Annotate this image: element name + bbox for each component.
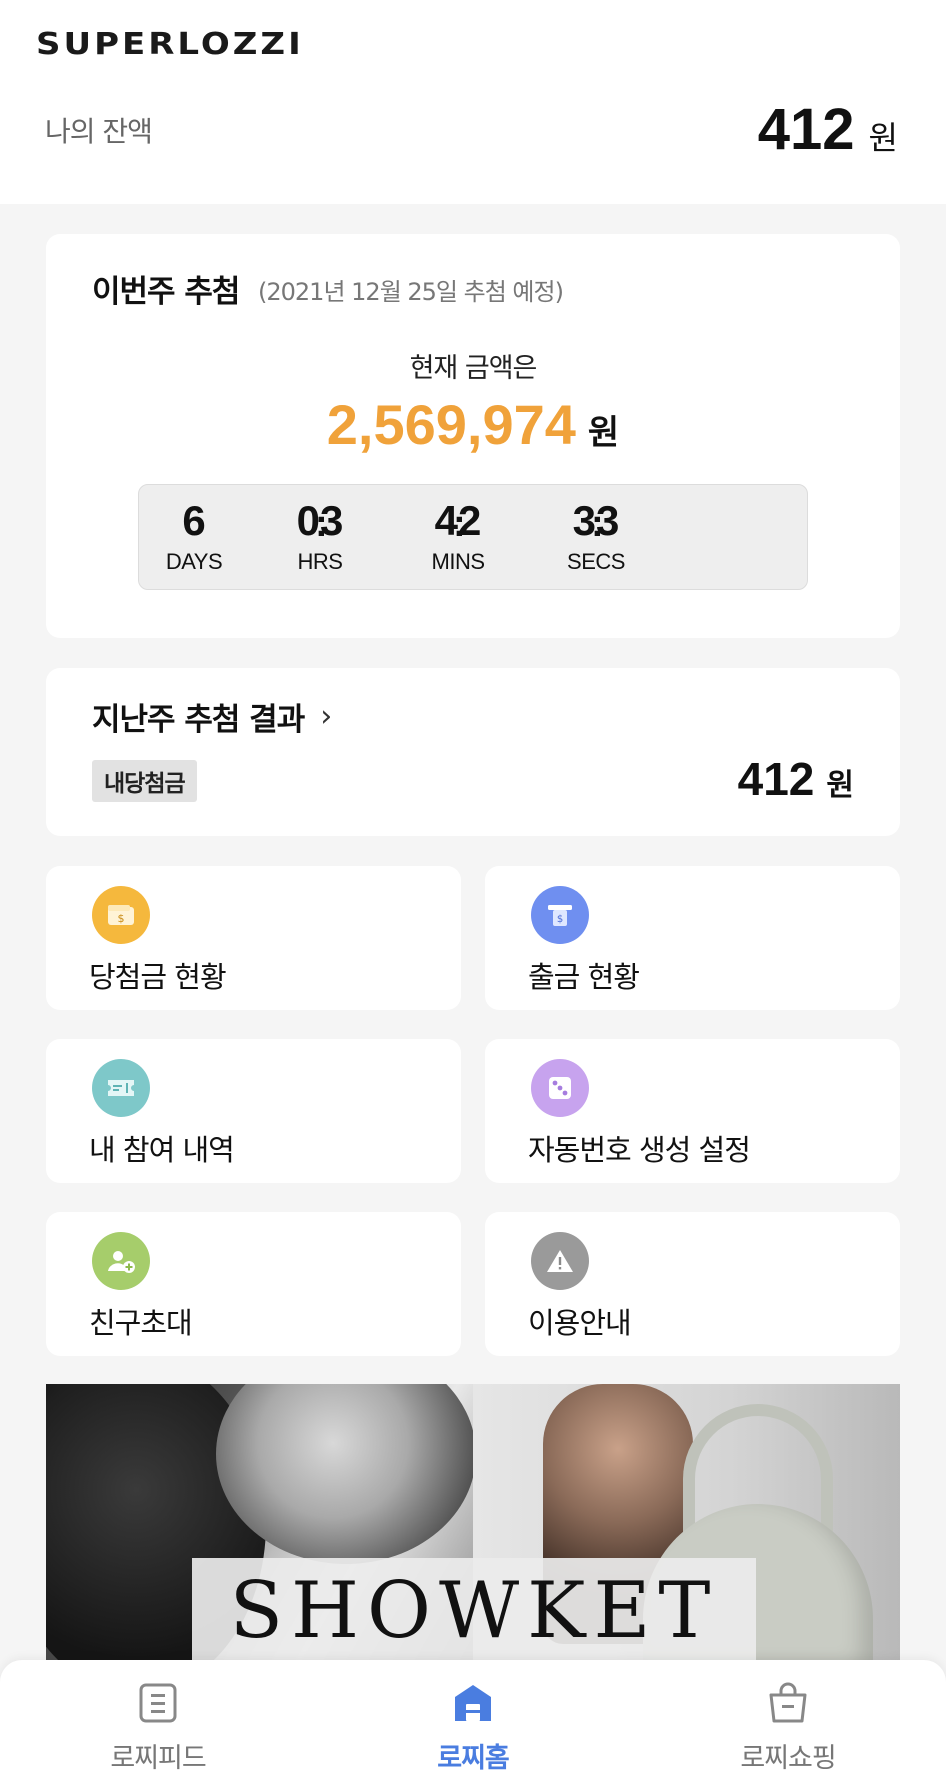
last-draw-title: 지난주 추첨 결과 (92, 702, 305, 738)
balance-unit: 원 (868, 119, 898, 157)
menu-usage-guide-label: 이용안내 (528, 1306, 632, 1340)
nav-tab-feed[interactable]: 로찌피드 (58, 1680, 258, 1775)
nav-tab-feed-label: 로찌피드 (110, 1743, 206, 1774)
countdown-hours-value: 03 (296, 497, 344, 544)
shopping-bag-icon (688, 1680, 888, 1726)
balance-label: 나의 잔액 (45, 115, 153, 148)
bottom-navigation: 로찌피드 로찌홈 로찌쇼핑 (0, 1660, 946, 1784)
countdown-minutes: 42 MINS (403, 497, 513, 575)
header: SUPERLOZZI 나의 잔액 412 원 (0, 0, 946, 204)
dice-icon (531, 1059, 589, 1117)
countdown-days: 6 DAYS (139, 497, 249, 575)
feed-icon (58, 1680, 258, 1726)
countdown-minutes-value: 42 (434, 497, 482, 544)
last-draw-amount-value: 412 (737, 753, 815, 805)
current-amount-label: 현재 금액은 (409, 353, 538, 384)
nav-tab-shopping-label: 로찌쇼핑 (740, 1743, 836, 1774)
svg-text:$: $ (557, 914, 563, 925)
app-logo[interactable]: SUPERLOZZI (36, 26, 304, 62)
current-amount: 2,569,974 원 (46, 392, 900, 457)
countdown-seconds: 33 SECS (541, 497, 651, 575)
countdown-hours-label: HRS (297, 549, 343, 574)
current-amount-value: 2,569,974 (326, 393, 576, 456)
menu-invite-friends[interactable]: 친구초대 (46, 1212, 461, 1356)
banner-brand-text: SHOWKET (192, 1558, 756, 1664)
menu-my-participation-label: 내 참여 내역 (89, 1133, 235, 1167)
countdown-seconds-label: SECS (567, 549, 625, 574)
nav-tab-home-label: 로찌홈 (437, 1743, 510, 1774)
countdown-hours: 03 HRS (265, 497, 375, 575)
wallet-icon: $ (92, 886, 150, 944)
weekly-draw-card: 이번주 추첨 (2021년 12월 25일 추첨 예정) 현재 금액은 2,56… (46, 234, 900, 638)
menu-auto-number-settings[interactable]: 자동번호 생성 설정 (485, 1039, 900, 1183)
menu-withdrawal-status[interactable]: $ 출금 현황 (485, 866, 900, 1010)
countdown-timer: 6 DAYS : 03 HRS : 42 MINS : 33 SECS (138, 484, 808, 590)
home-icon (373, 1680, 573, 1726)
weekly-draw-date: (2021년 12월 25일 추첨 예정) (258, 278, 564, 306)
promo-banner[interactable]: SHOWKET (46, 1384, 900, 1664)
menu-my-participation[interactable]: 내 참여 내역 (46, 1039, 461, 1183)
chevron-right-icon: › (320, 699, 332, 734)
menu-winnings-status-label: 당첨금 현황 (89, 960, 227, 994)
countdown-days-value: 6 (182, 497, 206, 544)
menu-usage-guide[interactable]: 이용안내 (485, 1212, 900, 1356)
countdown-minutes-label: MINS (431, 549, 486, 574)
balance-value: 412 (757, 97, 855, 162)
weekly-draw-title: 이번주 추첨 (92, 274, 240, 310)
info-warning-icon (531, 1232, 589, 1290)
countdown-seconds-value: 33 (572, 497, 620, 544)
add-friend-icon (92, 1232, 150, 1290)
menu-invite-friends-label: 친구초대 (89, 1306, 193, 1340)
atm-icon: $ (531, 886, 589, 944)
countdown-days-label: DAYS (165, 549, 223, 574)
last-draw-link[interactable]: 지난주 추첨 결과 › (92, 694, 332, 739)
current-amount-unit: 원 (587, 413, 620, 453)
nav-tab-shopping[interactable]: 로찌쇼핑 (688, 1680, 888, 1775)
last-draw-card[interactable]: 지난주 추첨 결과 › 내당첨금 412 원 (46, 668, 900, 836)
menu-auto-number-settings-label: 자동번호 생성 설정 (528, 1133, 751, 1167)
menu-withdrawal-status-label: 출금 현황 (528, 960, 640, 994)
nav-tab-home[interactable]: 로찌홈 (373, 1680, 573, 1775)
menu-winnings-status[interactable]: $ 당첨금 현황 (46, 866, 461, 1010)
my-winnings-badge: 내당첨금 (92, 760, 197, 802)
svg-text:$: $ (118, 912, 125, 925)
ticket-icon (92, 1059, 150, 1117)
last-draw-amount: 412 원 (738, 752, 854, 806)
last-draw-amount-unit: 원 (826, 768, 854, 803)
balance-amount: 412 원 (758, 96, 898, 163)
